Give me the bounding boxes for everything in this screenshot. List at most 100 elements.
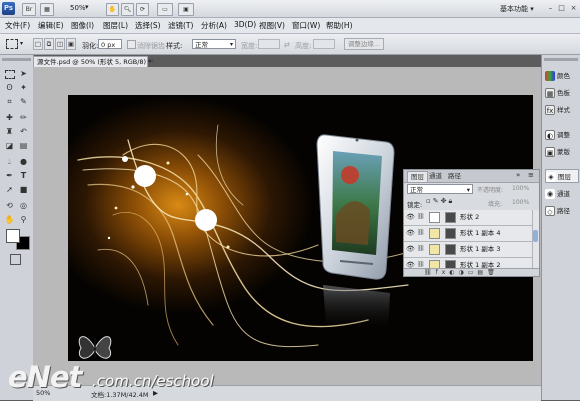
collapse-icon[interactable]: » <box>516 171 520 179</box>
panel-paths[interactable]: ◇ 路径 <box>545 204 579 218</box>
refine-edge-button[interactable]: 调整边缘... <box>344 38 384 50</box>
layer-row[interactable]: 👁︎ ⛓︎ 形状 1 副本 4 <box>404 226 539 242</box>
panel-styles[interactable]: fx 样式 <box>545 103 579 117</box>
history-brush-icon[interactable]: ↶ <box>18 126 29 137</box>
menu-analysis[interactable]: 分析(A) <box>201 20 227 31</box>
link-icon: ⛓︎ <box>417 261 425 268</box>
layer-thumbnail <box>429 212 440 223</box>
magic-wand-icon[interactable]: ✦ <box>18 82 29 93</box>
chevron-down-icon: ▾ <box>466 186 470 194</box>
antialias-checkbox[interactable] <box>127 40 136 49</box>
maximize-button[interactable]: □ <box>556 3 567 13</box>
3d-rotate-icon[interactable]: ⟲ <box>4 200 15 211</box>
menu-view[interactable]: 视图(V) <box>259 20 285 31</box>
pen-tool-icon[interactable]: ✒ <box>4 170 15 181</box>
menu-file[interactable]: 文件(F) <box>5 20 30 31</box>
status-arrow-icon[interactable]: ▶ <box>153 389 158 397</box>
lock-label: 锁定: <box>407 201 423 209</box>
rotate-view-icon[interactable]: ⟳ <box>136 3 149 16</box>
menu-select[interactable]: 选择(S) <box>135 20 161 31</box>
clone-stamp-icon[interactable]: ♜ <box>4 126 15 137</box>
fill-value[interactable]: 100% <box>512 199 529 206</box>
menu-layer[interactable]: 图层(L) <box>103 20 128 31</box>
zoom-level-dropdown[interactable]: 50% <box>70 4 86 12</box>
vector-mask-thumbnail <box>445 228 456 239</box>
arrange-documents-icon[interactable]: ▭ <box>157 3 173 16</box>
panel-swatches[interactable]: ▦ 色板 <box>545 86 579 100</box>
layer-row[interactable]: 👁︎ ⛓︎ 形状 1 副本 3 <box>404 242 539 258</box>
panel-channels[interactable]: ◉ 通道 <box>545 187 579 201</box>
minimize-button[interactable]: – <box>545 3 556 13</box>
menu-image[interactable]: 图像(I) <box>71 20 94 31</box>
swap-icon[interactable]: ⇄ <box>284 41 290 49</box>
menu-help[interactable]: 帮助(H) <box>326 20 353 31</box>
eyedropper-icon[interactable]: ✎ <box>18 96 29 107</box>
dodge-tool-icon[interactable]: ● <box>18 156 29 167</box>
feather-label: 羽化: <box>82 42 99 50</box>
bridge-button[interactable]: Br <box>22 3 36 16</box>
panel-color[interactable]: 颜色 <box>545 69 579 83</box>
style-select[interactable]: 正常 ▾ <box>192 39 236 49</box>
menu-filter[interactable]: 滤镜(T) <box>168 20 193 31</box>
foreground-color-swatch[interactable] <box>6 229 20 243</box>
panel-menu-icon[interactable]: ≡ <box>528 171 534 179</box>
3d-orbit-icon[interactable]: ◎ <box>18 200 29 211</box>
close-tab-icon[interactable]: × <box>149 57 155 65</box>
zoom-tool-icon[interactable]: 🔍︎ <box>121 3 134 16</box>
width-input[interactable] <box>258 39 280 49</box>
tab-layers[interactable]: 图层 <box>407 171 428 182</box>
menu-window[interactable]: 窗口(W) <box>292 20 320 31</box>
lock-icons[interactable]: ▫✎✥🔒︎ <box>426 197 454 206</box>
layer-row[interactable]: 👁︎ ⛓︎ 形状 2 <box>404 210 539 226</box>
blur-tool-icon[interactable]: 💧︎ <box>4 156 15 167</box>
panel-adjustments[interactable]: ◐ 调整 <box>545 128 579 142</box>
tab-paths[interactable]: 路径 <box>445 171 464 181</box>
zoom-tool-icon[interactable]: ⚲ <box>18 214 29 225</box>
shape-tool-icon[interactable]: ■ <box>18 184 29 195</box>
path-selection-icon[interactable]: ➚ <box>4 184 15 195</box>
quick-mask-icon[interactable] <box>10 254 21 265</box>
lasso-tool-icon[interactable]: ʘ <box>4 82 15 93</box>
blend-mode-select[interactable]: 正常 ▾ <box>407 184 473 194</box>
tab-channels[interactable]: 通道 <box>426 171 445 181</box>
panel-layers[interactable]: ◈ 图层 <box>545 169 579 183</box>
panel-masks[interactable]: ▣ 蒙版 <box>545 145 579 159</box>
hand-tool-icon[interactable]: ✋ <box>4 214 15 225</box>
opacity-value[interactable]: 100% <box>512 185 529 192</box>
eraser-tool-icon[interactable]: ◪ <box>4 140 15 151</box>
document-tab[interactable]: 源文件.psd @ 50% (形状 5, RGB/8) * <box>33 56 151 67</box>
feather-input[interactable]: 0 px <box>98 39 122 49</box>
eye-icon[interactable]: 👁︎ <box>406 245 415 254</box>
move-tool-icon[interactable]: ➤ <box>18 68 29 79</box>
menu-edit[interactable]: 编辑(E) <box>38 20 64 31</box>
screen-mode-icon[interactable]: ▣ <box>178 3 194 16</box>
eye-icon[interactable]: 👁︎ <box>406 229 415 238</box>
layers-panel[interactable]: 图层 通道 路径 » ≡ 正常 ▾ 不透明度: 100% 锁定: ▫✎✥🔒︎ 填充… <box>403 169 540 277</box>
subtract-selection-icon[interactable]: ◫ <box>55 38 65 50</box>
add-selection-icon[interactable]: ⧉ <box>44 38 54 50</box>
menu-3d[interactable]: 3D(D) <box>234 20 256 29</box>
intersect-selection-icon[interactable]: ▣ <box>66 38 76 50</box>
marquee-preset-icon[interactable] <box>6 39 18 49</box>
type-tool-icon[interactable]: T <box>18 170 29 181</box>
crop-tool-icon[interactable]: ⌗ <box>4 96 15 107</box>
eye-icon[interactable]: 👁︎ <box>406 213 415 222</box>
new-selection-icon[interactable]: □ <box>33 38 43 50</box>
gradient-tool-icon[interactable]: ▤ <box>18 140 29 151</box>
brush-tool-icon[interactable]: ✏ <box>18 112 29 123</box>
panel-grip[interactable] <box>544 58 578 61</box>
view-extras-button[interactable]: ▦ <box>40 3 54 16</box>
layers-scrollbar[interactable] <box>532 210 539 268</box>
height-input[interactable] <box>313 39 335 49</box>
marquee-tool-icon[interactable] <box>5 70 15 79</box>
panel-grip[interactable] <box>2 58 31 61</box>
opacity-label: 不透明度: <box>477 187 504 194</box>
hand-tool-icon[interactable]: ✋ <box>106 3 119 16</box>
workspace-switcher[interactable]: 基本功能 ▾ <box>500 4 534 14</box>
scroll-thumb[interactable] <box>533 230 538 242</box>
fill-label: 填充: <box>488 201 503 208</box>
layers-panel-footer[interactable]: ⛓︎fx◐◑▭▤🗑︎ <box>404 268 539 276</box>
healing-brush-icon[interactable]: ✚ <box>4 112 15 123</box>
close-button[interactable]: × <box>568 3 579 13</box>
watermark-url: .com.cn/eschool <box>92 372 214 390</box>
